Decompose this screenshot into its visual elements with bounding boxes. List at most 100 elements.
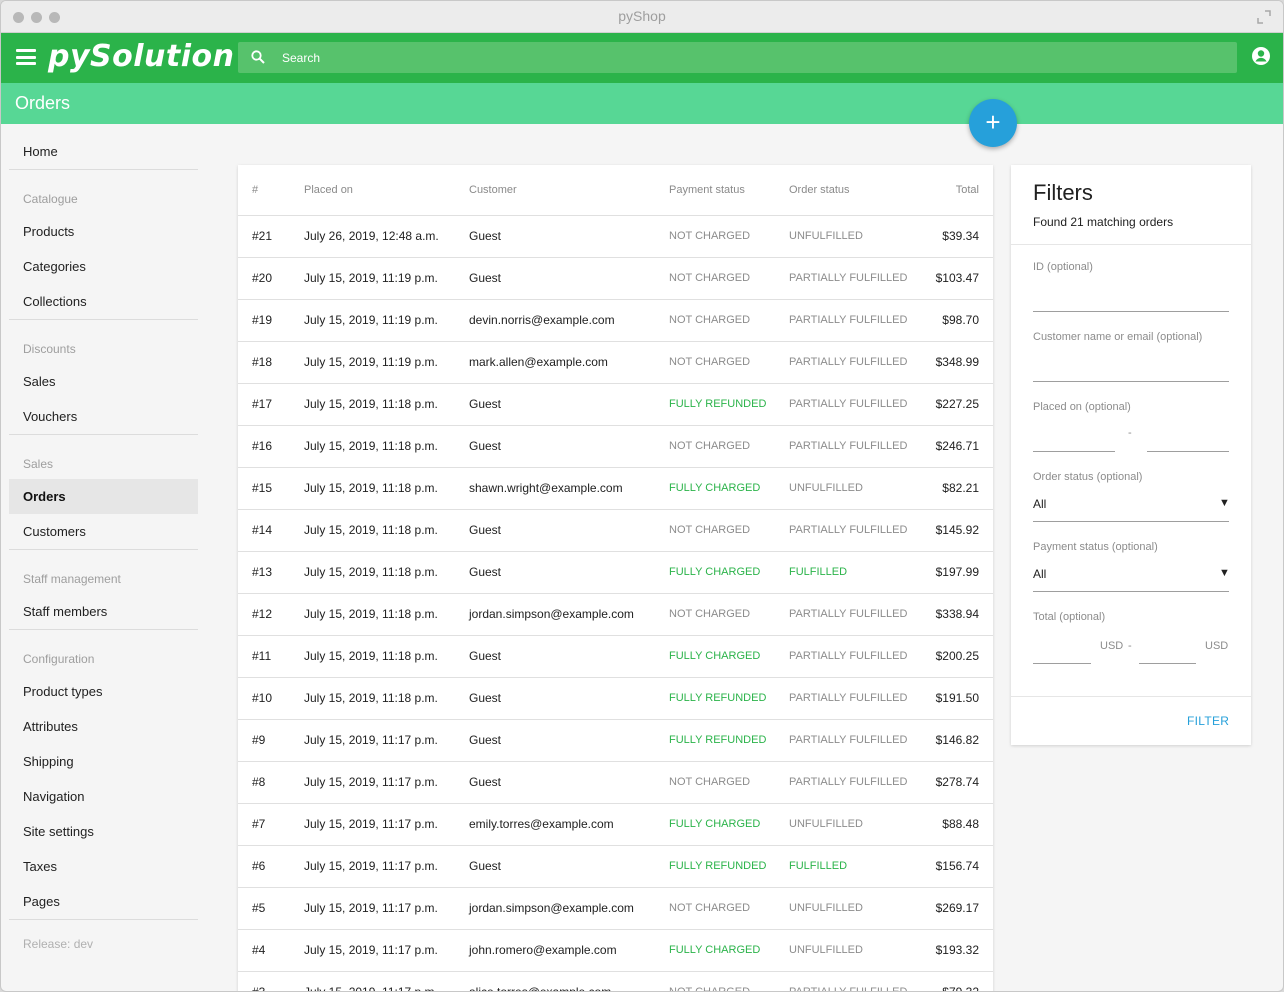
payment-status-select[interactable] — [1033, 591, 1229, 592]
cell-total: $197.99 — [924, 551, 993, 594]
sidebar-item-staff-members[interactable]: Staff members — [9, 594, 198, 629]
id-filter-input[interactable] — [1033, 311, 1229, 312]
add-order-button[interactable]: + — [969, 99, 1017, 147]
cell-total: $82.21 — [924, 467, 993, 510]
cell-payment-status: NOT CHARGED — [669, 593, 789, 636]
table-header-row: # Placed on Customer Payment status Orde… — [238, 165, 993, 216]
cell-placed-on: July 15, 2019, 11:17 p.m. — [304, 719, 469, 762]
account-icon[interactable] — [1251, 46, 1271, 66]
payment-status-select-value[interactable]: All — [1033, 567, 1046, 581]
app-window: pyShop pySolution Orders + Home Catalogu… — [0, 0, 1284, 992]
cell-order-number: #21 — [238, 215, 304, 258]
sidebar-item-navigation[interactable]: Navigation — [9, 779, 198, 814]
cell-customer: Guest — [469, 425, 669, 468]
cell-order-number: #4 — [238, 929, 304, 972]
expand-icon[interactable] — [1257, 10, 1271, 24]
cell-customer: Guest — [469, 677, 669, 720]
cell-placed-on: July 15, 2019, 11:17 p.m. — [304, 803, 469, 846]
total-max-input[interactable] — [1139, 663, 1196, 664]
cell-placed-on: July 15, 2019, 11:17 p.m. — [304, 929, 469, 972]
sidebar-heading-staff-management: Staff management — [23, 572, 121, 586]
sidebar-item-products[interactable]: Products — [9, 214, 198, 249]
sidebar-item-attributes[interactable]: Attributes — [9, 709, 198, 744]
column-header-customer[interactable]: Customer — [469, 165, 669, 216]
cell-customer: Guest — [469, 257, 669, 300]
table-row[interactable]: #18 July 15, 2019, 11:19 p.m. mark.allen@e… — [238, 341, 993, 384]
table-row[interactable]: #10 July 15, 2019, 11:18 p.m. Guest FULLY R… — [238, 677, 993, 720]
sidebar-heading-discounts: Discounts — [23, 342, 76, 356]
caret-down-icon[interactable]: ▼ — [1219, 497, 1230, 509]
window-titlebar: pyShop — [1, 1, 1283, 33]
cell-placed-on: July 15, 2019, 11:17 p.m. — [304, 887, 469, 930]
table-row[interactable]: #5 July 15, 2019, 11:17 p.m. jordan.simpso… — [238, 887, 993, 930]
table-row[interactable]: #20 July 15, 2019, 11:19 p.m. Guest NOT CHA… — [238, 257, 993, 300]
menu-icon[interactable] — [16, 49, 36, 65]
cell-customer: Guest — [469, 845, 669, 888]
table-row[interactable]: #21 July 26, 2019, 12:48 a.m. Guest NOT CHA… — [238, 215, 993, 258]
table-row[interactable]: #7 July 15, 2019, 11:17 p.m. emily.torres@… — [238, 803, 993, 846]
cell-order-number: #8 — [238, 761, 304, 804]
sidebar-item-categories[interactable]: Categories — [9, 249, 198, 284]
table-row[interactable]: #15 July 15, 2019, 11:18 p.m. shawn.wright… — [238, 467, 993, 510]
column-header-total[interactable]: Total — [924, 165, 993, 216]
sidebar-item-site-settings[interactable]: Site settings — [9, 814, 198, 849]
app-logo[interactable]: pySolution — [48, 39, 234, 74]
cell-order-status: PARTIALLY FULFILLED — [789, 299, 924, 342]
sidebar-item-product-types[interactable]: Product types — [9, 674, 198, 709]
search-bar[interactable] — [238, 42, 1237, 73]
table-row[interactable]: #13 July 15, 2019, 11:18 p.m. Guest FULLY C… — [238, 551, 993, 594]
sidebar-item-shipping[interactable]: Shipping — [9, 744, 198, 779]
customer-filter-input[interactable] — [1033, 381, 1229, 382]
cell-order-number: #9 — [238, 719, 304, 762]
cell-total: $39.34 — [924, 215, 993, 258]
cell-total: $348.99 — [924, 341, 993, 384]
table-row[interactable]: #3 July 15, 2019, 11:17 p.m. alice.torres@… — [238, 971, 993, 991]
cell-payment-status: NOT CHARGED — [669, 509, 789, 552]
total-min-input[interactable] — [1033, 663, 1091, 664]
placed-on-from-input[interactable] — [1033, 451, 1115, 452]
table-row[interactable]: #16 July 15, 2019, 11:18 p.m. Guest NOT CHA… — [238, 425, 993, 468]
table-row[interactable]: #14 July 15, 2019, 11:18 p.m. Guest NOT CHA… — [238, 509, 993, 552]
cell-order-status: PARTIALLY FULFILLED — [789, 677, 924, 720]
cell-payment-status: FULLY REFUNDED — [669, 719, 789, 762]
sidebar-item-vouchers[interactable]: Vouchers — [9, 399, 198, 434]
sidebar-item-sales[interactable]: Sales — [9, 364, 198, 399]
cell-customer: Guest — [469, 761, 669, 804]
cell-payment-status: NOT CHARGED — [669, 215, 789, 258]
placed-on-to-input[interactable] — [1147, 451, 1229, 452]
cell-order-number: #12 — [238, 593, 304, 636]
cell-order-number: #15 — [238, 467, 304, 510]
cell-placed-on: July 15, 2019, 11:18 p.m. — [304, 383, 469, 426]
table-row[interactable]: #12 July 15, 2019, 11:18 p.m. jordan.simps… — [238, 593, 993, 636]
sidebar-item-orders[interactable]: Orders — [9, 479, 198, 514]
cell-customer: Guest — [469, 215, 669, 258]
table-row[interactable]: #4 July 15, 2019, 11:17 p.m. john.romero@e… — [238, 929, 993, 972]
sidebar-item-collections[interactable]: Collections — [9, 284, 198, 319]
search-input[interactable] — [282, 42, 1182, 73]
table-row[interactable]: #6 July 15, 2019, 11:17 p.m. Guest FULLY RE… — [238, 845, 993, 888]
cell-customer: Guest — [469, 635, 669, 678]
cell-order-status: UNFULFILLED — [789, 467, 924, 510]
table-row[interactable]: #17 July 15, 2019, 11:18 p.m. Guest FULLY R… — [238, 383, 993, 426]
sidebar-item-taxes[interactable]: Taxes — [9, 849, 198, 884]
order-status-select-value[interactable]: All — [1033, 497, 1046, 511]
table-row[interactable]: #8 July 15, 2019, 11:17 p.m. Guest NOT CHAR… — [238, 761, 993, 804]
table-row[interactable]: #19 July 15, 2019, 11:19 p.m. devin.norris… — [238, 299, 993, 342]
plus-icon: + — [985, 107, 1001, 137]
cell-payment-status: NOT CHARGED — [669, 971, 789, 991]
column-header-payment-status[interactable]: Payment status — [669, 165, 789, 216]
sidebar-heading-sales: Sales — [23, 457, 54, 471]
cell-placed-on: July 15, 2019, 11:18 p.m. — [304, 677, 469, 720]
order-status-select[interactable] — [1033, 521, 1229, 522]
cell-placed-on: July 15, 2019, 11:19 p.m. — [304, 257, 469, 300]
column-header-order-status[interactable]: Order status — [789, 165, 924, 216]
caret-down-icon[interactable]: ▼ — [1219, 567, 1230, 579]
sidebar-item-pages[interactable]: Pages — [9, 884, 198, 919]
sidebar-item-customers[interactable]: Customers — [9, 514, 198, 549]
column-header-number[interactable]: # — [238, 165, 304, 216]
table-row[interactable]: #9 July 15, 2019, 11:17 p.m. Guest FULLY RE… — [238, 719, 993, 762]
filter-button[interactable]: FILTER — [1187, 714, 1229, 728]
sidebar-item-home[interactable]: Home — [9, 134, 198, 169]
table-row[interactable]: #11 July 15, 2019, 11:18 p.m. Guest FULLY C… — [238, 635, 993, 678]
column-header-placed-on[interactable]: Placed on — [304, 165, 469, 216]
